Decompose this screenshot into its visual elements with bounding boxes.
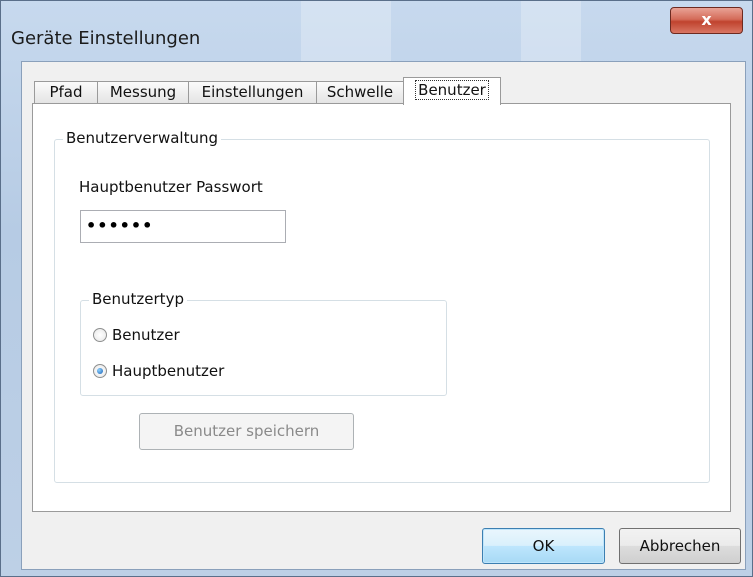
dialog-window: Geräte Einstellungen x Pfad Messung Eins… bbox=[0, 0, 753, 577]
tab-pfad[interactable]: Pfad bbox=[34, 81, 98, 104]
tab-label: Pfad bbox=[49, 83, 83, 101]
ok-button[interactable]: OK bbox=[482, 528, 605, 564]
password-label: Hauptbenutzer Passwort bbox=[79, 178, 263, 196]
cancel-button[interactable]: Abbrechen bbox=[619, 528, 741, 564]
tab-label: Einstellungen bbox=[201, 83, 304, 101]
user-admin-group-label: Benutzerverwaltung bbox=[63, 129, 221, 147]
usertype-group-label: Benutzertyp bbox=[89, 290, 187, 308]
usertype-group: Benutzertyp Benutzer Hauptbenutzer bbox=[80, 290, 447, 396]
tab-einstellungen[interactable]: Einstellungen bbox=[188, 81, 317, 104]
tab-schwelle[interactable]: Schwelle bbox=[316, 81, 404, 104]
tab-messung[interactable]: Messung bbox=[97, 81, 189, 104]
radio-checked-icon bbox=[93, 364, 107, 378]
window-title: Geräte Einstellungen bbox=[11, 28, 201, 49]
password-field[interactable]: •••••• bbox=[80, 210, 286, 243]
tab-label: Messung bbox=[109, 83, 177, 101]
radio-label: Hauptbenutzer bbox=[112, 362, 225, 380]
tab-label: Benutzer bbox=[415, 80, 489, 100]
radio-label: Benutzer bbox=[112, 326, 180, 344]
user-admin-group: Benutzerverwaltung Hauptbenutzer Passwor… bbox=[54, 129, 710, 483]
title-bar[interactable]: Geräte Einstellungen x bbox=[1, 1, 752, 59]
save-user-button[interactable]: Benutzer speichern bbox=[139, 413, 354, 450]
close-button[interactable]: x bbox=[670, 7, 743, 34]
tab-label: Schwelle bbox=[326, 83, 394, 101]
radio-unchecked-icon bbox=[93, 328, 107, 342]
radio-hauptbenutzer[interactable]: Hauptbenutzer bbox=[93, 362, 224, 380]
tab-benutzer[interactable]: Benutzer bbox=[403, 77, 501, 105]
close-icon: x bbox=[701, 10, 712, 29]
dialog-client-area: Pfad Messung Einstellungen Schwelle Benu… bbox=[21, 61, 746, 570]
radio-benutzer[interactable]: Benutzer bbox=[93, 326, 180, 344]
